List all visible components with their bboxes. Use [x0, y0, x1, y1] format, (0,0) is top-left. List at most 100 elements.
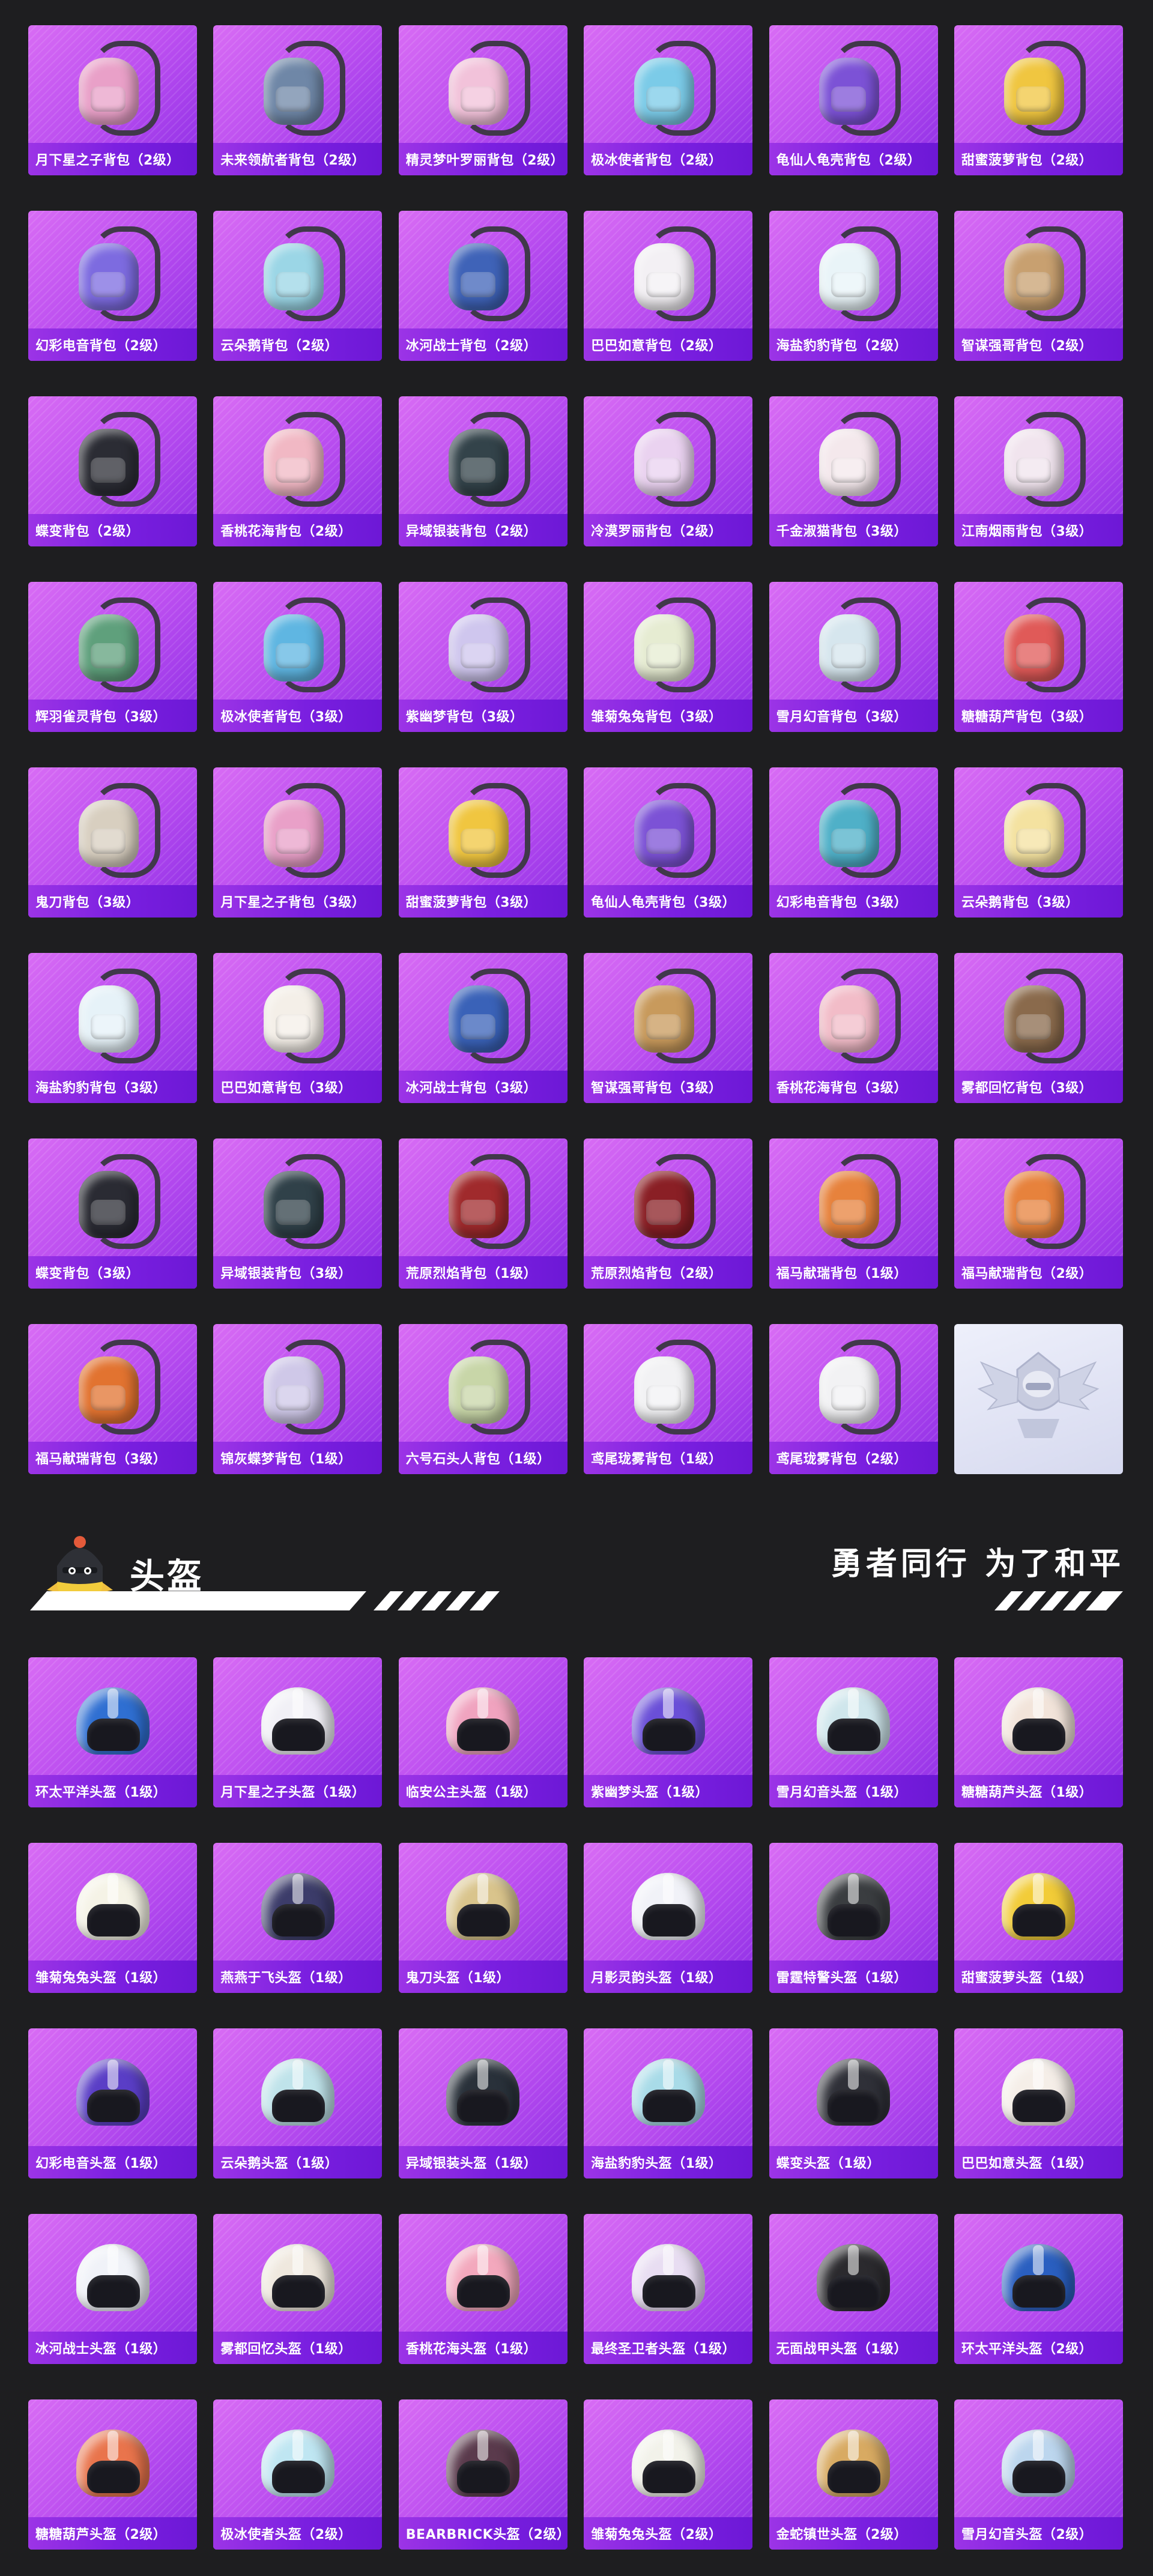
backpack-card[interactable]: 鬼刀背包（3级） — [28, 767, 197, 918]
backpack-name-label: 鸢尾珑雾背包（2级） — [769, 1442, 938, 1474]
backpack-card[interactable]: 智谋强哥背包（2级） — [954, 211, 1123, 361]
backpack-card[interactable]: 甜蜜菠萝背包（2级） — [954, 25, 1123, 175]
helmet-card[interactable]: 云朵鹅头盔（1级） — [213, 2028, 383, 2178]
backpack-card[interactable]: 精灵梦叶罗丽背包（2级） — [398, 25, 567, 175]
helmet-icon — [623, 2043, 713, 2133]
backpack-card[interactable]: 香桃花海背包（3级） — [769, 953, 938, 1103]
helmet-card[interactable]: 雷霆特警头盔（1级） — [769, 1843, 938, 1993]
helmet-visor — [642, 1904, 695, 1937]
helmet-card[interactable]: 糖糖葫芦头盔（2级） — [28, 2399, 197, 2550]
helmet-card[interactable]: 紫幽梦头盔（1级） — [584, 1657, 753, 1807]
backpack-card[interactable]: 月下星之子背包（2级） — [28, 25, 197, 175]
backpack-card[interactable]: 幻彩电音背包（3级） — [769, 767, 938, 918]
backpack-pocket — [646, 1200, 681, 1225]
backpack-card[interactable]: 福马献瑞背包（1级） — [769, 1138, 938, 1289]
helmet-icon — [623, 1672, 713, 1762]
backpack-card[interactable]: 香桃花海背包（2级） — [213, 396, 383, 546]
backpack-card[interactable]: 荒原烈焰背包（2级） — [584, 1138, 753, 1289]
helmet-card[interactable]: 鬼刀头盔（1级） — [398, 1843, 567, 1993]
helmet-card[interactable]: 雏菊兔兔头盔（1级） — [28, 1843, 197, 1993]
backpack-card[interactable]: 异域银装背包（3级） — [213, 1138, 383, 1289]
backpack-card[interactable]: 福马献瑞背包（3级） — [28, 1324, 197, 1474]
backpack-card[interactable]: 云朵鹅背包（2级） — [213, 211, 383, 361]
helmet-card[interactable]: 糖糖葫芦头盔（1级） — [954, 1657, 1123, 1807]
helmet-card[interactable]: 临安公主头盔（1级） — [398, 1657, 567, 1807]
helmet-card[interactable]: 海盐豹豹头盔（1级） — [584, 2028, 753, 2178]
backpack-card[interactable]: 千金淑猫背包（3级） — [769, 396, 938, 546]
helmet-card[interactable]: 冰河战士头盔（1级） — [28, 2214, 197, 2364]
backpack-card[interactable]: 月下星之子背包（3级） — [213, 767, 383, 918]
backpack-card[interactable]: 雏菊兔兔背包（3级） — [584, 582, 753, 732]
backpack-card[interactable]: 鸢尾珑雾背包（2级） — [769, 1324, 938, 1474]
backpack-card[interactable]: 荒原烈焰背包（1级） — [398, 1138, 567, 1289]
helmet-card[interactable]: 燕燕于飞头盔（1级） — [213, 1843, 383, 1993]
helmet-card[interactable]: 月下星之子头盔（1级） — [213, 1657, 383, 1807]
backpack-card[interactable]: 冰河战士背包（2级） — [398, 211, 567, 361]
backpack-card[interactable]: 蝶变背包（3级） — [28, 1138, 197, 1289]
backpack-card[interactable]: 紫幽梦背包（3级） — [398, 582, 567, 732]
backpack-card[interactable]: 雪月幻音背包（3级） — [769, 582, 938, 732]
helmet-card[interactable]: 甜蜜菠萝头盔（1级） — [954, 1843, 1123, 1993]
helmet-card[interactable]: 无面战甲头盔（1级） — [769, 2214, 938, 2364]
backpack-icon — [253, 596, 345, 692]
backpack-card[interactable]: 云朵鹅背包（3级） — [954, 767, 1123, 918]
backpack-card[interactable]: 智谋强哥背包（3级） — [584, 953, 753, 1103]
helmet-card[interactable]: 香桃花海头盔（1级） — [398, 2214, 567, 2364]
backpack-card[interactable]: 福马献瑞背包（2级） — [954, 1138, 1123, 1289]
helmet-visor — [642, 2090, 695, 2122]
backpack-icon — [68, 1338, 160, 1435]
backpack-pocket — [1016, 1200, 1052, 1225]
backpack-card[interactable]: 江南烟雨背包（3级） — [954, 396, 1123, 546]
backpack-card[interactable]: 甜蜜菠萝背包（3级） — [398, 767, 567, 918]
backpack-card[interactable]: 辉羽雀灵背包（3级） — [28, 582, 197, 732]
backpack-card[interactable]: 未来领航者背包（2级） — [213, 25, 383, 175]
backpack-pocket — [461, 829, 496, 854]
backpack-card[interactable]: 异域银装背包（2级） — [398, 396, 567, 546]
helmet-card[interactable]: 环太平洋头盔（2级） — [954, 2214, 1123, 2364]
helmet-card[interactable]: 幻彩电音头盔（1级） — [28, 2028, 197, 2178]
backpack-card[interactable]: 极冰使者背包（2级） — [584, 25, 753, 175]
helmet-card[interactable]: BEARBRICK头盔（2级） — [398, 2399, 567, 2550]
backpack-card[interactable]: 巴巴如意背包（3级） — [213, 953, 383, 1103]
helmet-card[interactable]: 雪月幻音头盔（1级） — [769, 1657, 938, 1807]
backpack-icon — [993, 40, 1086, 136]
helmet-card[interactable]: 雪月幻音头盔（2级） — [954, 2399, 1123, 2550]
backpack-icon — [623, 40, 716, 136]
backpack-card[interactable]: 六号石头人背包（1级） — [398, 1324, 567, 1474]
backpack-card[interactable]: 鸢尾珑雾背包（1级） — [584, 1324, 753, 1474]
helmet-card[interactable]: 雏菊兔兔头盔（2级） — [584, 2399, 753, 2550]
helmet-card[interactable]: 极冰使者头盔（2级） — [213, 2399, 383, 2550]
helmet-stripe — [477, 2245, 489, 2275]
backpack-name-label: 六号石头人背包（1级） — [398, 1442, 567, 1474]
backpack-card[interactable]: 雾都回忆背包（3级） — [954, 953, 1123, 1103]
backpack-card[interactable]: 幻彩电音背包（2级） — [28, 211, 197, 361]
backpack-card[interactable]: 巴巴如意背包（2级） — [584, 211, 753, 361]
helmet-card[interactable]: 环太平洋头盔（1级） — [28, 1657, 197, 1807]
helmet-name-label: 云朵鹅头盔（1级） — [213, 2146, 383, 2178]
helmet-card[interactable]: 巴巴如意头盔（1级） — [954, 2028, 1123, 2178]
backpack-card[interactable]: 海盐豹豹背包（2级） — [769, 211, 938, 361]
backpack-pocket — [646, 272, 681, 297]
backpack-name-label: 幻彩电音背包（3级） — [769, 885, 938, 918]
backpack-card[interactable]: 冰河战士背包（3级） — [398, 953, 567, 1103]
backpack-card[interactable]: 糖糖葫芦背包（3级） — [954, 582, 1123, 732]
helmet-card[interactable]: 金蛇镇世头盔（2级） — [769, 2399, 938, 2550]
backpack-card[interactable]: 冷漠罗丽背包（2级） — [584, 396, 753, 546]
backpack-pocket — [646, 1014, 681, 1039]
helmet-name-label: 雾都回忆头盔（1级） — [213, 2332, 383, 2364]
helmet-card[interactable]: 月影灵韵头盔（1级） — [584, 1843, 753, 1993]
helmet-card[interactable]: 异域银装头盔（1级） — [398, 2028, 567, 2178]
helmet-card[interactable]: 最终圣卫者头盔（1级） — [584, 2214, 753, 2364]
backpack-card[interactable]: 龟仙人龟壳背包（2级） — [769, 25, 938, 175]
backpack-pocket — [831, 272, 867, 297]
backpack-card[interactable]: 龟仙人龟壳背包（3级） — [584, 767, 753, 918]
backpack-card[interactable]: 锦灰蝶梦背包（1级） — [213, 1324, 383, 1474]
helmet-card[interactable]: 雾都回忆头盔（1级） — [213, 2214, 383, 2364]
backpack-card[interactable] — [954, 1324, 1123, 1474]
helmet-card[interactable]: 蝶变头盔（1级） — [769, 2028, 938, 2178]
helmet-icon — [438, 2043, 528, 2133]
backpack-card[interactable]: 极冰使者背包（3级） — [213, 582, 383, 732]
helmet-name-label: 极冰使者头盔（2级） — [213, 2517, 383, 2550]
backpack-card[interactable]: 蝶变背包（2级） — [28, 396, 197, 546]
backpack-card[interactable]: 海盐豹豹背包（3级） — [28, 953, 197, 1103]
